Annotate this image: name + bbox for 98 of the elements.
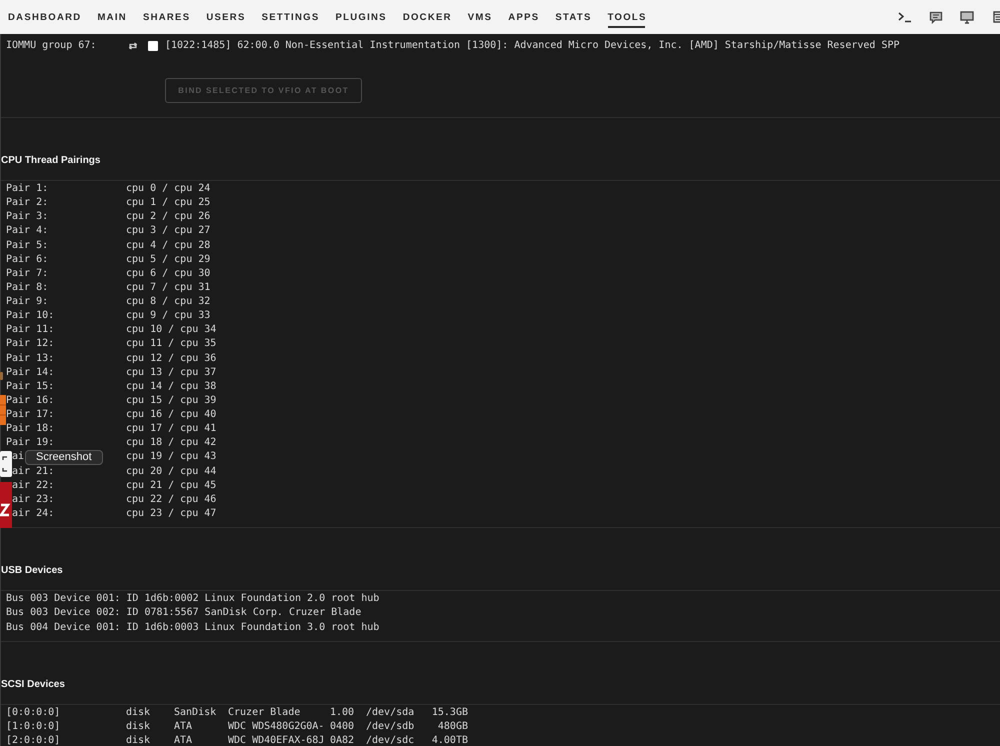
nav-tab[interactable]: STATS xyxy=(555,0,592,34)
table-cell: /dev/sdc xyxy=(366,735,414,746)
cpu-pair: cpu 14 / cpu 38 xyxy=(126,380,216,393)
nav-tab[interactable]: VMS xyxy=(468,0,492,34)
nav-tab[interactable]: SETTINGS xyxy=(262,0,320,34)
section-heading: SCSI Devices xyxy=(1,679,65,690)
cpu-pair: cpu 1 / cpu 25 xyxy=(126,197,210,210)
pair-label: Pair 1: xyxy=(6,183,48,196)
table-cell: disk xyxy=(126,707,150,720)
cpu-pair: cpu 15 / cpu 39 xyxy=(126,394,216,407)
nav-tab[interactable]: TOOLS xyxy=(608,0,647,34)
pair-label: Pair 18: xyxy=(6,423,54,436)
pair-label: Pair 15: xyxy=(6,380,54,393)
pair-label: Pair 4: xyxy=(6,225,48,238)
table-cell: SanDisk xyxy=(174,707,216,720)
cpu-pair: cpu 7 / cpu 31 xyxy=(126,282,210,294)
nav-tab[interactable]: DOCKER xyxy=(402,0,452,34)
table-cell: /dev/sda xyxy=(366,707,414,720)
table-cell: 4.00TB xyxy=(432,735,468,746)
group-label: IOMMU group 67: xyxy=(6,40,96,51)
cpu-pair: cpu 9 / cpu 33 xyxy=(126,310,210,322)
device-description: [1022:1485] 62:00.0 Non-Essential Instrumentation [1300]: Advanced Micro Devices, Inc. [AMD] Starship/Matisse Reserved SPP xyxy=(165,39,900,53)
nav-tab[interactable]: MAIN xyxy=(97,0,127,34)
table-cell: Cruzer Blade xyxy=(228,707,300,720)
pair-label: Pair 19: xyxy=(6,437,54,450)
section-heading: CPU Thread Pairings xyxy=(1,155,100,166)
repeat-arrows-icon[interactable] xyxy=(128,42,138,50)
cpu-pair: cpu 19 / cpu 43 xyxy=(126,451,216,464)
pair-label: Pair 6: xyxy=(6,254,48,266)
tooltip: Screenshot xyxy=(25,450,103,465)
pair-label: Pair 3: xyxy=(6,211,48,224)
pair-label: Pair 8: xyxy=(6,282,48,294)
table-cell: /dev/sdb xyxy=(366,721,414,734)
pair-label: Pair 2: xyxy=(6,197,48,210)
cpu-pair: cpu 11 / cpu 35 xyxy=(126,338,216,350)
cpu-pair: cpu 16 / cpu 40 xyxy=(126,409,216,422)
usb-device-line: Bus 004 Device 001: ID 1d6b:0003 Linux Foundation 3.0 root hub xyxy=(6,620,380,635)
terminal-icon[interactable] xyxy=(898,11,912,23)
table-cell: disk xyxy=(126,721,150,734)
pair-label: Pair 12: xyxy=(6,338,54,350)
pair-label: air 23: xyxy=(12,494,54,506)
table-cell: 1.00 xyxy=(330,707,354,720)
nav-tab[interactable]: DASHBOARD xyxy=(8,0,82,34)
pair-label: Pair 14: xyxy=(6,366,54,379)
usb-device-line: Bus 003 Device 001: ID 1d6b:0002 Linux Foundation 2.0 root hub xyxy=(6,592,380,606)
pair-label: air 21: xyxy=(12,466,54,478)
pair-label: Pair 7: xyxy=(6,268,48,280)
table-cell: WDC WD40EFAX-68J xyxy=(228,735,324,746)
cpu-pair: cpu 17 / cpu 41 xyxy=(126,423,216,436)
table-cell: 0A82 xyxy=(330,735,354,746)
pair-label: ai xyxy=(12,451,24,464)
cpu-pair: cpu 21 / cpu 45 xyxy=(126,480,216,492)
section-heading: USB Devices xyxy=(1,565,63,576)
cpu-pair: cpu 22 / cpu 46 xyxy=(126,494,216,506)
checkbox[interactable] xyxy=(148,41,158,51)
pair-label: Pair 9: xyxy=(6,296,48,308)
cpu-pair: cpu 10 / cpu 34 xyxy=(126,324,216,336)
cpu-pair: cpu 4 / cpu 28 xyxy=(126,240,210,252)
cpu-pair: cpu 3 / cpu 27 xyxy=(126,225,210,238)
nav-tab[interactable]: USERS xyxy=(206,0,246,34)
table-cell: [0:0:0:0] xyxy=(6,707,60,720)
monitor-icon[interactable] xyxy=(960,10,974,24)
cpu-pair: cpu 13 / cpu 37 xyxy=(126,366,216,379)
nav-tab[interactable]: APPS xyxy=(508,0,540,34)
cpu-pair: cpu 2 / cpu 26 xyxy=(126,211,210,224)
pair-label: Pair 16: xyxy=(6,394,54,407)
table-cell: ATA xyxy=(174,735,192,746)
cpu-pair: cpu 23 / cpu 47 xyxy=(126,508,216,520)
cpu-pair: cpu 12 / cpu 36 xyxy=(126,352,216,365)
pair-label: Pair 11: xyxy=(6,324,54,336)
pair-label: Pair 10: xyxy=(6,310,54,322)
pair-label: air 22: xyxy=(12,480,54,492)
table-cell: [1:0:0:0] xyxy=(6,721,60,734)
app-tile-icon[interactable] xyxy=(0,395,6,425)
table-cell: 15.3GB xyxy=(432,707,468,720)
cpu-pair: cpu 20 / cpu 44 xyxy=(126,466,216,478)
corner-brackets-icon[interactable] xyxy=(0,451,12,477)
pair-label: Pair 5: xyxy=(6,240,48,252)
pair-label: Pair 17: xyxy=(6,409,54,422)
stamp-app-icon[interactable] xyxy=(0,482,12,528)
cpu-pair: cpu 6 / cpu 30 xyxy=(126,268,210,280)
table-cell: 480GB xyxy=(438,721,468,734)
cpu-pair: cpu 18 / cpu 42 xyxy=(126,437,216,450)
list-icon[interactable] xyxy=(993,11,1000,23)
nav-tab[interactable]: PLUGINS xyxy=(335,0,387,34)
nav-tab[interactable]: SHARES xyxy=(142,0,190,34)
cpu-pair: cpu 8 / cpu 32 xyxy=(126,296,210,308)
cpu-pair: cpu 0 / cpu 24 xyxy=(126,183,210,196)
message-icon[interactable] xyxy=(929,10,943,24)
table-cell: [2:0:0:0] xyxy=(6,735,60,746)
table-cell: ATA xyxy=(174,721,192,734)
usb-device-line: Bus 003 Device 002: ID 0781:5567 SanDisk Corp. Cruzer Blade xyxy=(6,606,362,620)
table-cell: WDC WDS480G2G0A- xyxy=(228,721,324,734)
table-cell: 0400 xyxy=(330,721,354,734)
pair-label: Pair 13: xyxy=(6,352,54,365)
cpu-pair: cpu 5 / cpu 29 xyxy=(126,254,210,266)
table-cell: disk xyxy=(126,735,150,746)
pair-label: air 24: xyxy=(12,508,54,520)
